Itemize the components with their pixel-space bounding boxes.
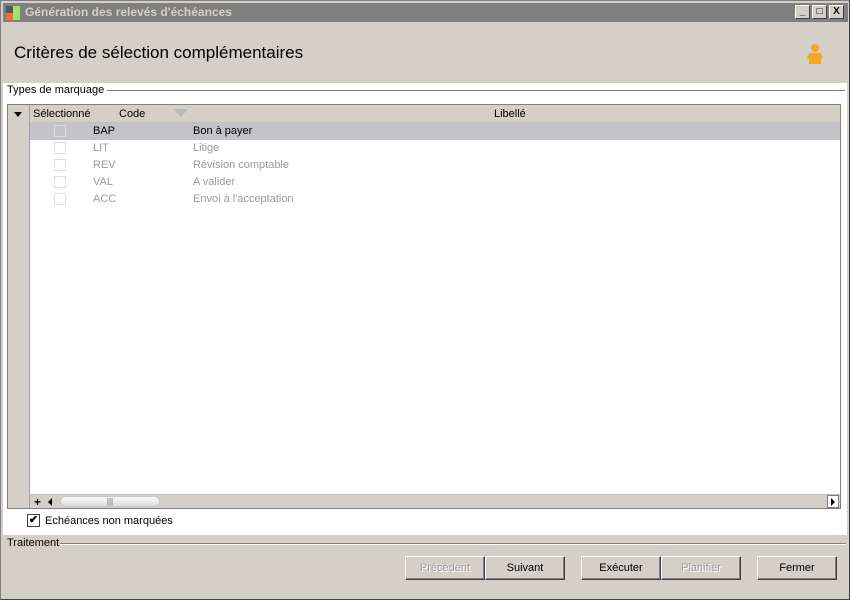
title-bar: Génération des relevés d'échéances _ □ X [3, 3, 848, 22]
column-header-selected[interactable]: Sélectionné [33, 108, 91, 120]
scroll-left-icon[interactable] [48, 498, 52, 506]
table-row[interactable]: BAP Bon à payer [30, 123, 840, 140]
add-icon[interactable]: + [34, 495, 41, 509]
marking-grid: Sélectionné Code Libellé BAP Bon à payer L… [7, 104, 841, 509]
row-checkbox[interactable] [54, 125, 66, 137]
row-checkbox[interactable] [54, 142, 66, 154]
row-label: Litige [193, 142, 220, 154]
column-header-label[interactable]: Libellé [494, 108, 526, 120]
collapse-icon[interactable] [14, 112, 22, 117]
row-code: BAP [93, 125, 116, 137]
next-button[interactable]: Suivant [485, 556, 565, 580]
divider [60, 543, 846, 545]
row-checkbox[interactable] [54, 176, 66, 188]
marking-types-panel: Types de marquage Sélectionné Code Libel… [3, 83, 847, 535]
column-header-code[interactable]: Code [119, 108, 145, 120]
divider [107, 90, 845, 92]
row-label: Bon à payer [193, 125, 253, 137]
row-code: LIT [93, 142, 109, 154]
table-row[interactable]: VAL A valider [30, 174, 840, 191]
execute-button[interactable]: Exécuter [581, 556, 661, 580]
table-row[interactable]: REV Révision comptable [30, 157, 840, 174]
table-row[interactable]: ACC Envoi à l'acceptation [30, 191, 840, 208]
horizontal-scrollbar[interactable]: + ||| [30, 494, 840, 509]
row-gutter [8, 105, 30, 508]
checkbox[interactable]: ✔ [27, 514, 40, 527]
unmarked-label: Echéances non marquées [45, 514, 173, 527]
row-code: REV [93, 159, 116, 171]
row-label: A valider [193, 176, 236, 188]
minimize-button[interactable]: _ [795, 5, 810, 19]
scroll-right-icon[interactable] [827, 495, 839, 508]
close-window-button[interactable]: X [829, 5, 844, 19]
table-row[interactable]: LIT Litige [30, 140, 840, 157]
app-icon [6, 6, 20, 20]
grid-header: Sélectionné Code Libellé [30, 105, 840, 123]
maximize-button[interactable]: □ [812, 5, 827, 19]
unmarked-checkbox[interactable]: ✔ Echéances non marquées [27, 514, 173, 527]
row-label: Révision comptable [193, 159, 289, 171]
row-checkbox[interactable] [54, 193, 66, 205]
row-code: VAL [93, 176, 113, 188]
previous-button[interactable]: Précédent [405, 556, 485, 580]
close-button[interactable]: Fermer [757, 556, 837, 580]
row-checkbox[interactable] [54, 159, 66, 171]
scroll-thumb[interactable]: ||| [60, 496, 160, 507]
window-title: Génération des relevés d'échéances [25, 5, 232, 19]
user-icon[interactable] [806, 43, 824, 65]
schedule-button[interactable]: Planifier [661, 556, 741, 580]
row-code: ACC [93, 193, 117, 205]
page-title: Critères de sélection complémentaires [14, 43, 304, 62]
row-label: Envoi à l'acceptation [193, 193, 294, 205]
group-label-marking: Types de marquage [7, 84, 108, 96]
sort-icon[interactable] [174, 109, 188, 117]
group-label-processing: Traitement [7, 537, 60, 549]
